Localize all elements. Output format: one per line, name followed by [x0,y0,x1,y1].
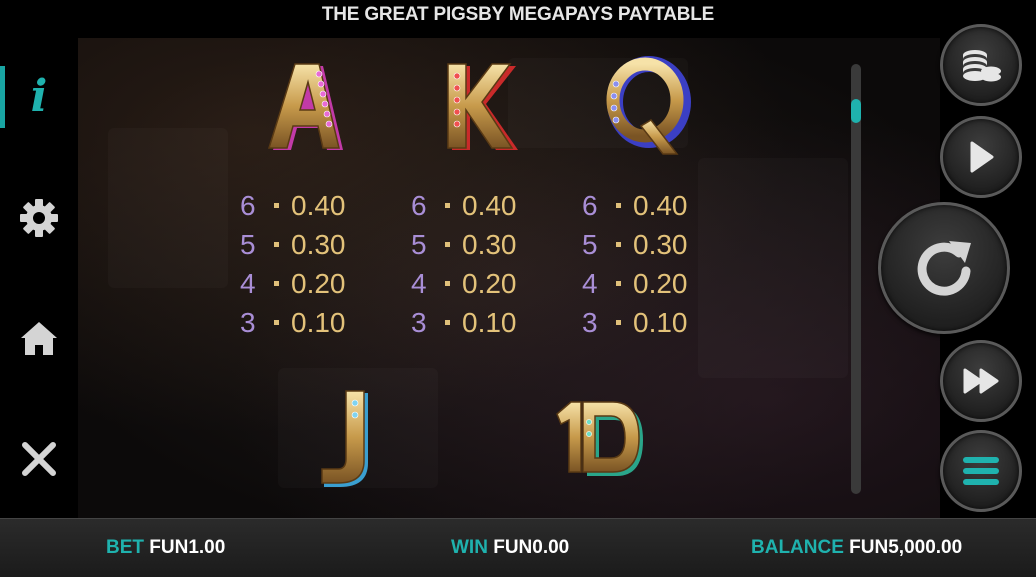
pays-k: 6 0.40 5 0.30 4 0.20 3 0.10 [411,186,541,342]
turbo-button[interactable] [940,340,1022,422]
win-label: WIN [451,537,488,558]
pay-row: 3 0.10 [240,303,370,342]
symbol-a-icon [253,56,363,160]
pay-value: 0.10 [291,306,346,338]
menu-icon [963,457,999,485]
pay-row: 6 0.40 [582,186,712,225]
pay-count: 5 [240,228,256,260]
pay-row: 6 0.40 [411,186,541,225]
pays-a: 6 0.40 5 0.30 4 0.20 3 0.10 [240,186,370,342]
menu-button[interactable] [940,430,1022,512]
bet-value: FUN1.00 [149,537,226,558]
symbol-k-icon [424,56,534,160]
pay-value: 0.10 [633,306,688,338]
pay-row: 4 0.20 [582,264,712,303]
pay-count: 4 [582,267,598,299]
symbol-j-icon [300,384,390,494]
pay-count: 3 [411,306,427,338]
pay-row: 5 0.30 [240,225,370,264]
pay-row: 4 0.20 [240,264,370,303]
close-button[interactable] [0,424,78,494]
play-button[interactable] [940,116,1022,198]
pay-value: 0.30 [291,228,346,260]
scrollbar[interactable] [851,64,861,494]
pay-count: 6 [411,189,427,221]
pay-value: 0.30 [462,228,517,260]
paytable-panel: 6 0.40 5 0.30 4 0.20 3 0.10 6 0.40 5 0.30 4 0.2… [78,38,940,518]
win-value: FUN0.00 [493,537,570,558]
balance-display: BALANCE FUN5,000.00 [751,537,962,559]
pay-count: 3 [582,306,598,338]
bet-label: BET [106,537,144,558]
settings-button[interactable] [0,183,78,253]
spin-icon [917,241,971,296]
win-display: WIN FUN0.00 [451,537,569,559]
home-icon [21,322,57,355]
info-button[interactable]: i [0,62,78,132]
bet-coins-button[interactable] [940,24,1022,106]
pay-value: 0.40 [633,189,688,221]
symbol-10-icon [540,388,650,488]
balance-value: FUN5,000.00 [849,537,963,558]
pay-row: 4 0.20 [411,264,541,303]
bet-display: BET FUN1.00 [106,537,225,559]
pay-value: 0.40 [291,189,346,221]
symbol-q-icon [590,56,700,160]
top-bar: THE GREAT PIGSBY MEGAPAYS PAYTABLE [0,0,1036,38]
page-title: THE GREAT PIGSBY MEGAPAYS PAYTABLE [321,4,715,25]
pay-row: 3 0.10 [411,303,541,342]
coins-icon [963,50,1001,82]
pay-row: 3 0.10 [582,303,712,342]
gear-icon [20,199,58,237]
pay-value: 0.30 [633,228,688,260]
close-icon [22,442,56,476]
pay-value: 0.10 [462,306,517,338]
pay-count: 6 [240,189,256,221]
pay-value: 0.20 [462,267,517,299]
pay-value: 0.20 [291,267,346,299]
pay-count: 5 [582,228,598,260]
sidebar: i [0,38,78,518]
pay-row: 5 0.30 [582,225,712,264]
pay-value: 0.20 [633,267,688,299]
pay-value: 0.40 [462,189,517,221]
pay-count: 3 [240,306,256,338]
status-bar: BET FUN1.00 WIN FUN0.00 BALANCE FUN5,000… [0,518,1036,577]
pay-count: 5 [411,228,427,260]
info-icon: i [30,71,48,122]
pays-q: 6 0.40 5 0.30 4 0.20 3 0.10 [582,186,712,342]
fast-forward-icon [963,368,999,394]
play-icon [970,141,994,173]
pay-row: 6 0.40 [240,186,370,225]
home-button[interactable] [0,304,78,374]
balance-label: BALANCE [751,537,844,558]
spin-button[interactable] [878,202,1010,334]
pay-row: 5 0.30 [411,225,541,264]
scrollbar-thumb[interactable] [851,99,861,123]
pay-count: 6 [582,189,598,221]
pay-count: 4 [240,267,256,299]
pay-count: 4 [411,267,427,299]
